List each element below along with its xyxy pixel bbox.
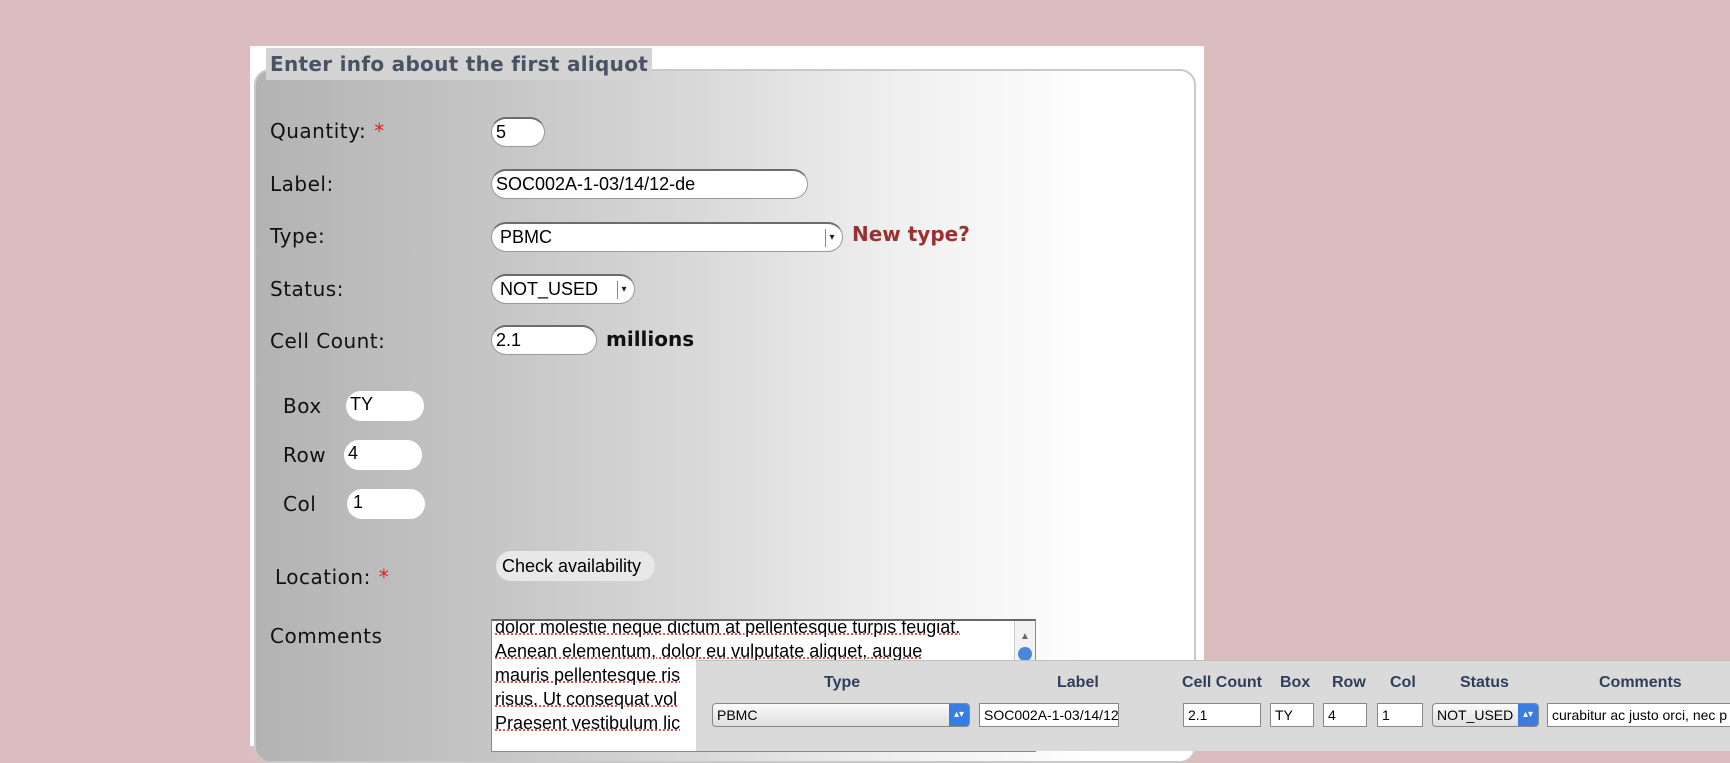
- select-stepper-icon: ▴▾: [1518, 704, 1538, 726]
- row-row-input[interactable]: 4: [1323, 703, 1367, 727]
- status-select[interactable]: NOT_USED ▾: [491, 274, 635, 304]
- label-input[interactable]: SOC002A-1-03/14/12-de: [491, 169, 808, 199]
- row-label: Row: [283, 443, 327, 467]
- column-header-status: Status: [1460, 674, 1509, 691]
- new-type-link[interactable]: New type?: [852, 222, 970, 246]
- column-header-col: Col: [1390, 674, 1416, 691]
- fieldset-legend: Enter info about the first aliquot: [266, 48, 653, 80]
- row-cell-count-input[interactable]: 2.1: [1183, 703, 1261, 727]
- type-select[interactable]: PBMC ▾: [491, 222, 843, 252]
- row-comments-input[interactable]: curabitur ac justo orci, nec p: [1547, 703, 1730, 727]
- aliquot-table-overlay: Type Label Cell Count Box Row Col Status…: [696, 660, 1730, 751]
- label-field-label: Label:: [270, 172, 334, 196]
- col-label: Col: [283, 492, 317, 516]
- column-header-row: Row: [1332, 674, 1366, 691]
- quantity-input[interactable]: 5: [491, 117, 545, 147]
- scroll-thumb[interactable]: [1018, 647, 1032, 661]
- cell-count-input[interactable]: 2.1: [491, 325, 597, 355]
- comments-label: Comments: [270, 624, 383, 648]
- row-type-select[interactable]: PBMC ▴▾: [712, 703, 970, 727]
- select-arrow-icon: ▾: [825, 229, 838, 247]
- quantity-label-text: Quantity:: [270, 119, 367, 143]
- cell-count-units: millions: [606, 327, 695, 351]
- type-label: Type:: [270, 224, 326, 248]
- row-input[interactable]: 4: [344, 440, 422, 470]
- box-input[interactable]: TY: [346, 391, 424, 421]
- column-header-box: Box: [1280, 674, 1311, 691]
- row-status-value: NOT_USED: [1437, 707, 1514, 723]
- type-select-value: PBMC: [500, 227, 553, 247]
- status-select-value: NOT_USED: [500, 279, 599, 299]
- column-header-type: Type: [824, 674, 861, 691]
- location-label: Location: *: [275, 565, 389, 589]
- box-label: Box: [283, 394, 322, 418]
- column-header-comments: Comments: [1599, 674, 1682, 691]
- required-marker: *: [374, 119, 385, 143]
- row-label-input[interactable]: SOC002A-1-03/14/12-de-1: [979, 703, 1119, 727]
- row-status-select[interactable]: NOT_USED ▴▾: [1432, 703, 1539, 727]
- check-availability-button[interactable]: Check availability: [496, 551, 656, 581]
- location-label-text: Location:: [275, 565, 371, 589]
- select-arrow-icon: ▾: [617, 281, 630, 299]
- status-label: Status:: [270, 277, 344, 301]
- required-marker: *: [378, 565, 390, 589]
- column-header-label: Label: [1057, 674, 1099, 691]
- col-input[interactable]: 1: [347, 489, 425, 519]
- select-stepper-icon: ▴▾: [949, 704, 969, 726]
- row-col-input[interactable]: 1: [1377, 703, 1423, 727]
- column-header-cell-count: Cell Count: [1182, 674, 1262, 691]
- row-type-value: PBMC: [717, 707, 758, 723]
- scroll-up-arrow-icon[interactable]: ▲: [1018, 625, 1032, 642]
- comments-line: dolor molestie neque dictum at pellentes…: [495, 619, 961, 637]
- quantity-label: Quantity: *: [270, 119, 385, 143]
- row-box-input[interactable]: TY: [1270, 703, 1314, 727]
- cell-count-label: Cell Count:: [270, 329, 386, 353]
